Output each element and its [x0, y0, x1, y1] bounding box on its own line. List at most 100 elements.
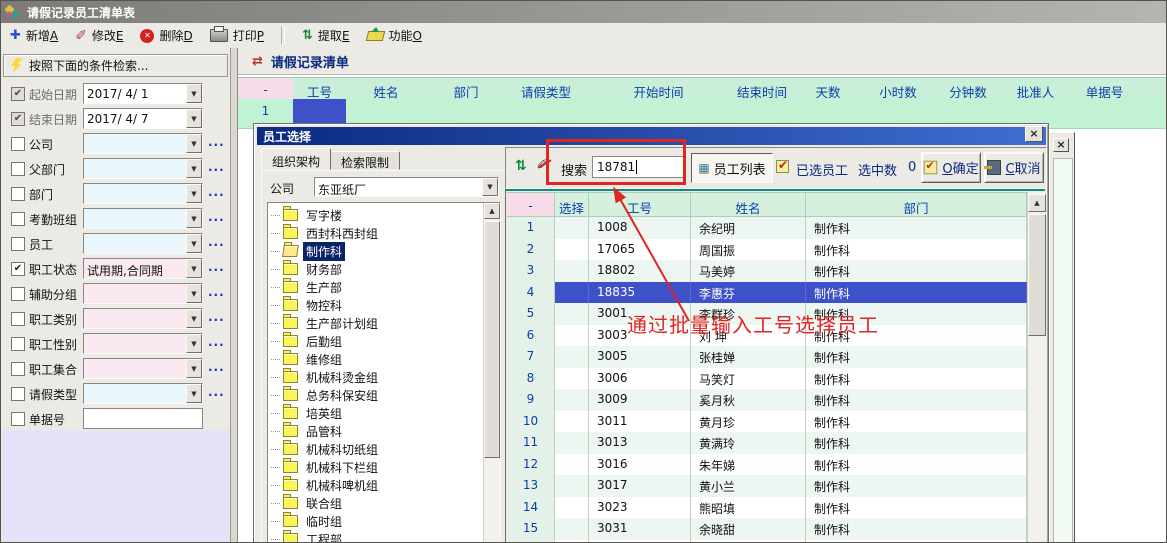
table-row[interactable]: 73005张桂婵制作科: [507, 346, 1027, 369]
employee-cell[interactable]: [555, 217, 589, 239]
employee-cell[interactable]: 余纪明: [691, 217, 806, 239]
employee-column-header[interactable]: 姓名: [691, 192, 806, 217]
employee-cell[interactable]: [555, 239, 589, 261]
tree-item[interactable]: 后勤组: [271, 332, 345, 350]
edit-icon[interactable]: ✐: [537, 157, 549, 173]
chevron-down-icon[interactable]: ▼: [186, 109, 202, 128]
selected-employees-label[interactable]: 已选员工: [796, 160, 848, 179]
table-row[interactable]: 53001李群珍制作科: [507, 303, 1027, 326]
filter-more-button[interactable]: ...: [208, 310, 225, 324]
table-row[interactable]: 83006马笑灯制作科: [507, 368, 1027, 391]
filter-combobox[interactable]: ▼: [83, 208, 203, 229]
tree-item[interactable]: 培英组: [271, 404, 345, 422]
tree-item[interactable]: 维修组: [271, 350, 345, 368]
tree-item[interactable]: 制作科: [271, 242, 345, 260]
chevron-down-icon[interactable]: ▼: [186, 234, 202, 253]
table-row[interactable]: 113013黄满玲制作科: [507, 432, 1027, 455]
employee-cell[interactable]: 1008: [589, 217, 691, 239]
filter-checkbox[interactable]: [11, 312, 25, 326]
chevron-down-icon[interactable]: ▼: [186, 384, 202, 403]
table-row[interactable]: 318802马美婷制作科: [507, 260, 1027, 283]
table-row[interactable]: 103011黄月珍制作科: [507, 411, 1027, 434]
employee-column-header[interactable]: -: [507, 192, 555, 217]
table-row[interactable]: 418835李惠芬制作科: [507, 282, 1027, 305]
table-row[interactable]: 93009奚月秋制作科: [507, 389, 1027, 412]
filter-checkbox[interactable]: [11, 162, 25, 176]
filter-combobox[interactable]: ▼: [83, 183, 203, 204]
employee-cell[interactable]: [555, 346, 589, 368]
employee-cell[interactable]: 5: [507, 303, 555, 325]
table-row[interactable]: 11008余纪明制作科: [507, 217, 1027, 240]
employee-cell[interactable]: 制作科: [806, 454, 1027, 476]
employee-cell[interactable]: 制作科: [806, 260, 1027, 282]
employee-cell[interactable]: 3023: [589, 497, 691, 519]
filter-checkbox[interactable]: [11, 412, 25, 426]
employee-cell[interactable]: 制作科: [806, 518, 1027, 540]
employee-cell[interactable]: 制作科: [806, 432, 1027, 454]
employee-cell[interactable]: 马笑灯: [691, 368, 806, 390]
employee-cell[interactable]: 1: [507, 217, 555, 239]
tree-item[interactable]: 机械科啤机组: [271, 476, 381, 494]
employee-cell[interactable]: 制作科: [806, 346, 1027, 368]
employee-cell[interactable]: 11: [507, 432, 555, 454]
filter-checkbox[interactable]: [11, 337, 25, 351]
company-combobox[interactable]: 东亚纸厂 ▼: [314, 177, 499, 197]
chevron-down-icon[interactable]: ▼: [186, 259, 202, 278]
tree-item[interactable]: 联合组: [271, 494, 345, 512]
cancel-button[interactable]: C取消: [984, 152, 1044, 183]
employee-cell[interactable]: 15: [507, 518, 555, 540]
employee-cell[interactable]: 14: [507, 497, 555, 519]
employee-cell[interactable]: [555, 518, 589, 540]
toolbar-add-button[interactable]: ✚新增A: [10, 27, 58, 44]
filter-combobox[interactable]: ▼: [83, 333, 203, 354]
employee-cell[interactable]: 3009: [589, 389, 691, 411]
filter-combobox[interactable]: 试用期,合同期▼: [83, 258, 203, 279]
filter-more-button[interactable]: ...: [208, 385, 225, 399]
employee-column-header[interactable]: 选择: [555, 192, 589, 217]
table-row[interactable]: 217065周国振制作科: [507, 239, 1027, 262]
employee-cell[interactable]: 12: [507, 454, 555, 476]
tree-scrollbar[interactable]: ▲: [483, 203, 500, 543]
ok-button[interactable]: O确定: [921, 152, 981, 183]
employee-cell[interactable]: [555, 411, 589, 433]
table-row[interactable]: 153031余晓甜制作科: [507, 518, 1027, 541]
employee-cell[interactable]: 制作科: [806, 282, 1027, 304]
employee-cell[interactable]: [555, 432, 589, 454]
employee-cell[interactable]: [555, 497, 589, 519]
scroll-up-icon[interactable]: ▲: [484, 203, 500, 219]
tree-scrollbar-thumb[interactable]: [484, 221, 500, 458]
filter-checkbox[interactable]: ✔: [11, 112, 25, 126]
filter-textbox[interactable]: [83, 408, 203, 429]
employee-cell[interactable]: 3005: [589, 346, 691, 368]
tree-item[interactable]: 临时组: [271, 512, 345, 530]
filter-more-button[interactable]: ...: [208, 135, 225, 149]
employee-cell[interactable]: [555, 389, 589, 411]
tree-item[interactable]: 总务科保安组: [271, 386, 381, 404]
dialog-close-button[interactable]: ×: [1025, 126, 1043, 142]
employee-cell[interactable]: 2: [507, 239, 555, 261]
employee-cell[interactable]: 李惠芬: [691, 282, 806, 304]
records-cell[interactable]: [1141, 99, 1167, 129]
employee-cell[interactable]: 制作科: [806, 368, 1027, 390]
employee-cell[interactable]: 黄小兰: [691, 475, 806, 497]
chevron-down-icon[interactable]: ▼: [186, 159, 202, 178]
filter-combobox[interactable]: ▼: [83, 358, 203, 379]
selected-employees-icon[interactable]: [776, 160, 789, 173]
chevron-down-icon[interactable]: ▼: [186, 359, 202, 378]
employee-column-header[interactable]: 部门: [806, 192, 1027, 217]
chevron-down-icon[interactable]: ▼: [186, 84, 202, 103]
employee-cell[interactable]: 周国振: [691, 239, 806, 261]
tree-item[interactable]: 机械科切纸组: [271, 440, 381, 458]
refresh-icon[interactable]: ⇅: [515, 158, 527, 174]
employee-cell[interactable]: 制作科: [806, 475, 1027, 497]
employee-cell[interactable]: [555, 454, 589, 476]
table-row[interactable]: 133017黄小兰制作科: [507, 475, 1027, 498]
records-cell[interactable]: [1068, 99, 1142, 129]
employee-cell[interactable]: [555, 303, 589, 325]
chevron-down-icon[interactable]: ▼: [186, 334, 202, 353]
employee-cell[interactable]: 3016: [589, 454, 691, 476]
filter-checkbox[interactable]: [11, 362, 25, 376]
employee-cell[interactable]: 9: [507, 389, 555, 411]
filter-checkbox[interactable]: ✔: [11, 87, 25, 101]
employee-cell[interactable]: 刘 坤: [691, 325, 806, 347]
